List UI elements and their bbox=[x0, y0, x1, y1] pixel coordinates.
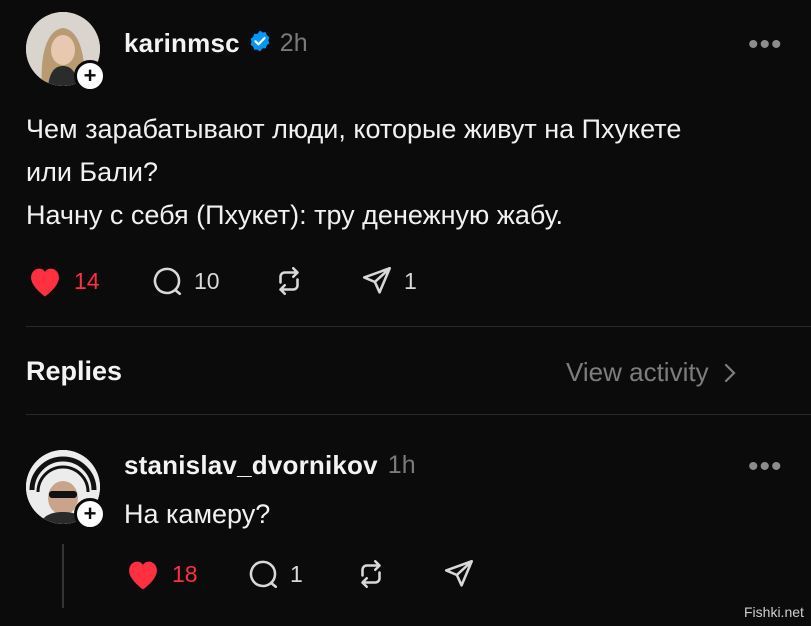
share-button[interactable]: 1 bbox=[360, 264, 417, 298]
heart-icon bbox=[31, 268, 59, 297]
reply-like-button[interactable]: 18 bbox=[124, 557, 198, 591]
post-paragraph: Чем зарабатывают люди, которые живут на … bbox=[26, 114, 682, 187]
comment-count: 10 bbox=[194, 267, 220, 294]
comment-icon bbox=[249, 560, 278, 589]
post-username[interactable]: karinmsc bbox=[124, 28, 240, 59]
share-count: 1 bbox=[404, 267, 417, 294]
follow-plus-icon[interactable]: + bbox=[74, 60, 106, 92]
thread-line bbox=[62, 544, 64, 608]
reply-more-icon[interactable]: ••• bbox=[748, 452, 783, 482]
post-text: Чем зарабатывают люди, которые живут на … bbox=[26, 108, 726, 237]
repost-button[interactable] bbox=[272, 264, 306, 298]
post-time: 2h bbox=[279, 29, 308, 57]
comment-icon bbox=[153, 267, 182, 296]
verified-icon bbox=[248, 29, 272, 58]
reply-comment-button[interactable]: 1 bbox=[246, 557, 303, 591]
divider bbox=[26, 414, 811, 415]
like-count: 14 bbox=[74, 267, 100, 294]
view-activity-label: View activity bbox=[566, 357, 709, 387]
watermark: Fishki.net bbox=[744, 604, 804, 620]
repost-icon bbox=[361, 559, 381, 589]
reply-repost-button[interactable] bbox=[354, 557, 388, 591]
replies-title: Replies bbox=[26, 356, 123, 386]
divider bbox=[26, 326, 811, 327]
share-icon bbox=[362, 266, 392, 294]
chevron-right-icon bbox=[724, 363, 736, 382]
comment-button[interactable]: 10 bbox=[150, 264, 220, 298]
reply-time: 1h bbox=[387, 451, 416, 479]
like-button[interactable]: 14 bbox=[26, 264, 100, 298]
post-paragraph: Начну с себя (Пхукет): тру денежную жабу… bbox=[26, 200, 564, 230]
share-icon bbox=[444, 559, 474, 587]
reply-header: stanislav_dvornikov 1h bbox=[124, 450, 416, 481]
reply-username[interactable]: stanislav_dvornikov bbox=[124, 450, 378, 481]
follow-plus-icon[interactable]: + bbox=[74, 498, 106, 530]
post-header: karinmsc 2h bbox=[124, 28, 308, 59]
reply-text: На камеру? bbox=[124, 499, 271, 529]
post-more-icon[interactable]: ••• bbox=[748, 30, 783, 60]
repost-icon bbox=[279, 266, 299, 296]
view-activity-link[interactable]: View activity bbox=[566, 357, 737, 388]
reply-comment-count: 1 bbox=[290, 560, 303, 587]
heart-icon bbox=[129, 561, 157, 590]
reply-like-count: 18 bbox=[172, 560, 198, 587]
reply-share-button[interactable] bbox=[442, 557, 476, 591]
